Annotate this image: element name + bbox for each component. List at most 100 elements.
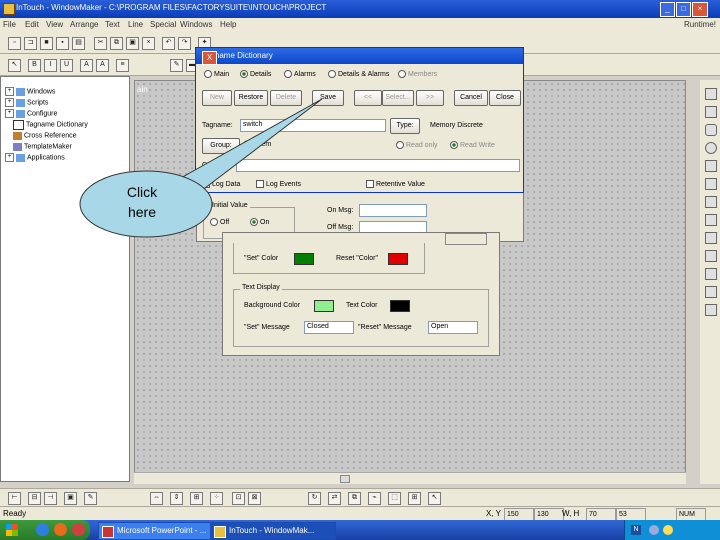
- italic-icon[interactable]: I: [44, 59, 57, 72]
- firefox-quicklaunch-icon[interactable]: [54, 523, 67, 536]
- menu-text[interactable]: Text: [105, 20, 120, 29]
- duplicate-icon[interactable]: ⧉: [348, 492, 361, 505]
- on-msg-input[interactable]: [359, 204, 427, 217]
- space-horizontal-icon[interactable]: ⇔: [150, 492, 163, 505]
- radio-details-alarms[interactable]: Details & Alarms: [328, 70, 389, 78]
- cell-icon[interactable]: ⊞: [408, 492, 421, 505]
- previous-button[interactable]: <<: [354, 90, 382, 106]
- select-button[interactable]: Select...: [382, 90, 414, 106]
- polygon-tool-icon[interactable]: [705, 214, 717, 226]
- save-button[interactable]: Save: [312, 90, 344, 106]
- cancel-button[interactable]: Cancel: [454, 90, 488, 106]
- set-color-swatch[interactable]: [294, 253, 314, 265]
- reset-color-swatch[interactable]: [388, 253, 408, 265]
- reshape-icon[interactable]: ⬚: [388, 492, 401, 505]
- new-icon[interactable]: ▫: [8, 37, 21, 50]
- hv-line-tool-icon[interactable]: [705, 178, 717, 190]
- menu-special[interactable]: Special: [150, 20, 176, 29]
- menu-help[interactable]: Help: [220, 20, 236, 29]
- line-color-icon[interactable]: ✎: [170, 59, 183, 72]
- radio-main[interactable]: Main: [204, 70, 229, 78]
- menu-line[interactable]: Line: [128, 20, 143, 29]
- taskbar-item-powerpoint[interactable]: Microsoft PowerPoint - ...: [98, 522, 222, 540]
- pointer-tool-icon[interactable]: [705, 88, 717, 100]
- delete-button[interactable]: Delete: [270, 90, 302, 106]
- wizard-tool-icon[interactable]: [705, 304, 717, 316]
- menu-edit[interactable]: Edit: [25, 20, 39, 29]
- tree-item-scripts[interactable]: + Scripts: [5, 98, 48, 108]
- button-tool-icon[interactable]: [705, 268, 717, 280]
- initial-on-radio[interactable]: On: [250, 218, 269, 226]
- print-icon[interactable]: ▤: [72, 37, 85, 50]
- panel-button[interactable]: [445, 233, 487, 245]
- save-all-icon[interactable]: ▪: [56, 37, 69, 50]
- tree-item-applications[interactable]: + Applications: [5, 153, 65, 163]
- initial-off-radio[interactable]: Off: [210, 218, 229, 226]
- network-icon[interactable]: [649, 525, 659, 535]
- bold-icon[interactable]: B: [28, 59, 41, 72]
- maximize-icon[interactable]: □: [676, 2, 691, 17]
- next-button[interactable]: >>: [416, 90, 444, 106]
- rounded-rect-tool-icon[interactable]: [705, 124, 717, 136]
- open-icon[interactable]: ⊐: [24, 37, 37, 50]
- tree-item-cross-reference[interactable]: Cross Reference: [13, 131, 77, 141]
- pencil-icon[interactable]: ✎: [84, 492, 97, 505]
- ungroup-icon[interactable]: ⊠: [248, 492, 261, 505]
- tagname-input[interactable]: switch: [240, 119, 386, 132]
- rotate-icon[interactable]: ↻: [308, 492, 321, 505]
- font-larger-icon[interactable]: A: [96, 59, 109, 72]
- align-right-icon[interactable]: ⊣: [44, 492, 57, 505]
- rectangle-tool-icon[interactable]: [705, 106, 717, 118]
- log-data-checkbox[interactable]: Log Data: [202, 180, 240, 188]
- align-icon[interactable]: ≡: [116, 59, 129, 72]
- horizontal-scrollbar[interactable]: [134, 472, 686, 484]
- type-button[interactable]: Type:: [390, 118, 420, 134]
- close-button[interactable]: Close: [489, 90, 521, 106]
- delete-icon[interactable]: ×: [142, 37, 155, 50]
- menu-runtime[interactable]: Runtime!: [684, 20, 716, 29]
- comment-input[interactable]: [236, 159, 520, 172]
- tree-item-configure[interactable]: + Configure: [5, 109, 57, 119]
- minimize-icon[interactable]: _: [660, 2, 675, 17]
- text-tool-icon[interactable]: [705, 232, 717, 244]
- cut-icon[interactable]: ✂: [94, 37, 107, 50]
- new-button[interactable]: New: [202, 90, 232, 106]
- menu-arrange[interactable]: Arrange: [70, 20, 98, 29]
- log-events-checkbox[interactable]: Log Events: [256, 180, 301, 188]
- group-button[interactable]: Group:: [202, 138, 240, 154]
- flip-icon[interactable]: ⇄: [328, 492, 341, 505]
- retentive-value-checkbox[interactable]: Retentive Value: [366, 180, 425, 188]
- bg-color-swatch[interactable]: [314, 300, 334, 312]
- pointer-icon[interactable]: ↖: [428, 492, 441, 505]
- tree-item-tagname-dictionary[interactable]: Tagname Dictionary: [13, 120, 88, 130]
- snap-grid-icon[interactable]: ⁘: [210, 492, 223, 505]
- bitmap-tool-icon[interactable]: [705, 250, 717, 262]
- redo-icon[interactable]: ↷: [178, 37, 191, 50]
- copy-icon[interactable]: ⧉: [110, 37, 123, 50]
- select-icon[interactable]: ↖: [8, 59, 21, 72]
- language-indicator[interactable]: N: [631, 525, 641, 535]
- underline-icon[interactable]: U: [60, 59, 73, 72]
- media-quicklaunch-icon[interactable]: [72, 523, 85, 536]
- align-center-icon[interactable]: ⊟: [28, 492, 41, 505]
- text-color-swatch[interactable]: [390, 300, 410, 312]
- volume-icon[interactable]: [663, 525, 673, 535]
- reset-message-input[interactable]: Open: [428, 321, 478, 334]
- undo-icon[interactable]: ↶: [162, 37, 175, 50]
- trend-tool-icon[interactable]: [705, 286, 717, 298]
- ellipse-tool-icon[interactable]: [705, 142, 717, 154]
- set-message-input[interactable]: Closed: [304, 321, 354, 334]
- menu-windows[interactable]: Windows: [180, 20, 212, 29]
- radio-details[interactable]: Details: [240, 70, 271, 78]
- space-vertical-icon[interactable]: ⇕: [170, 492, 183, 505]
- dialog-close-icon[interactable]: X: [202, 51, 217, 65]
- paste-icon[interactable]: ▣: [126, 37, 139, 50]
- connect-icon[interactable]: ⌁: [368, 492, 381, 505]
- tree-item-templatemaker[interactable]: TemplateMaker: [13, 142, 72, 152]
- ie-quicklaunch-icon[interactable]: [36, 523, 49, 536]
- menu-file[interactable]: File: [3, 20, 16, 29]
- line-tool-icon[interactable]: [705, 160, 717, 172]
- radio-alarms[interactable]: Alarms: [284, 70, 316, 78]
- group-icon[interactable]: ⊡: [232, 492, 245, 505]
- bring-front-icon[interactable]: ▣: [64, 492, 77, 505]
